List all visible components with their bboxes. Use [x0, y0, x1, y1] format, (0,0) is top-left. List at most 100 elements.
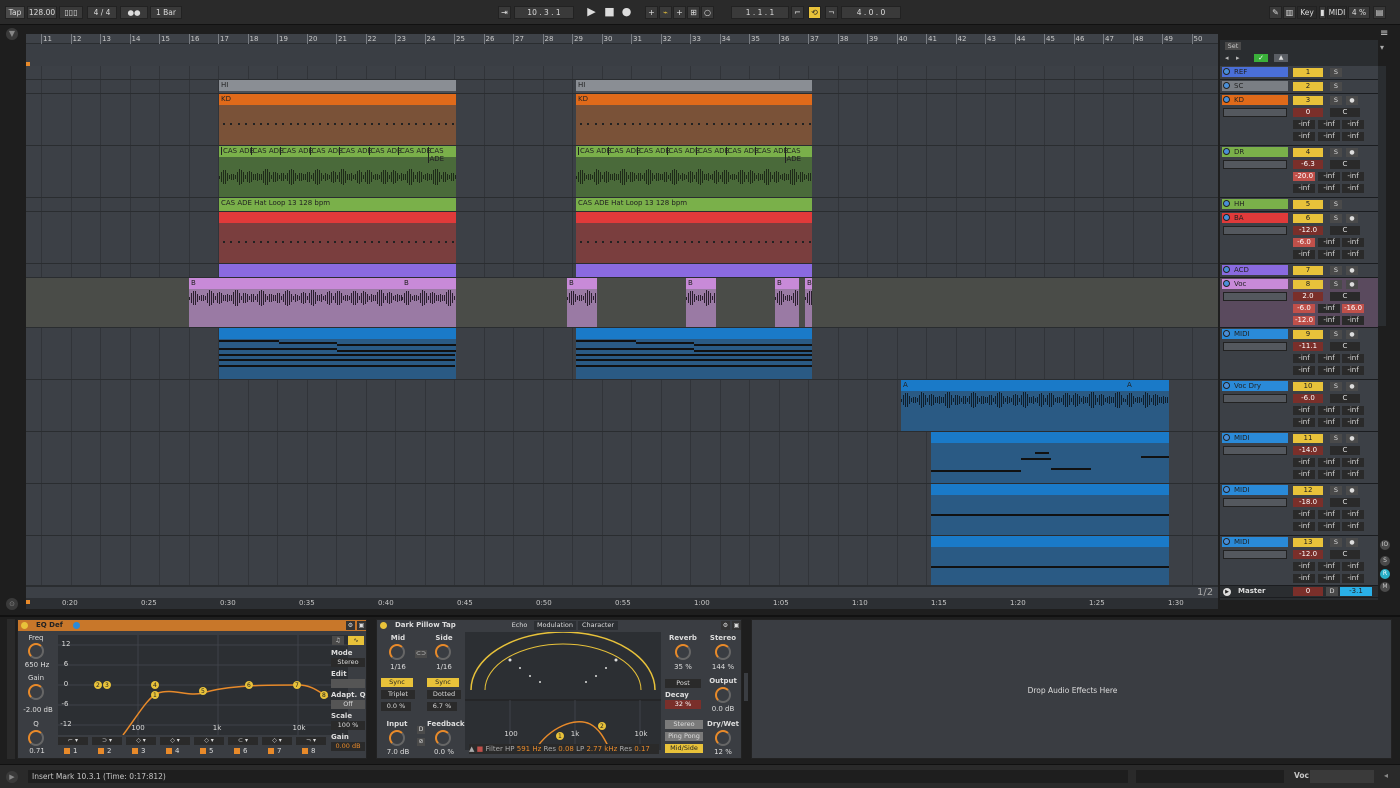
- scrollbar-track[interactable]: [1378, 66, 1386, 326]
- arm-all-icon[interactable]: ✓: [1254, 54, 1268, 62]
- track-fold-icon[interactable]: [1223, 266, 1230, 273]
- track-activator[interactable]: 7: [1293, 266, 1323, 275]
- track-header[interactable]: Voc Dry 10 S ● -6.0 C -inf -inf -inf -inf -inf -inf: [1220, 380, 1378, 432]
- filter-collapse-icon[interactable]: ▲: [469, 745, 474, 753]
- pillow-pingpong-button[interactable]: Ping Pong: [665, 732, 703, 741]
- eq-analyze-icon[interactable]: ∿: [348, 636, 364, 645]
- pillow-input-value[interactable]: 7.0 dB: [381, 748, 415, 756]
- pillow-stereo-value[interactable]: 144 %: [707, 663, 739, 671]
- eq-gain-knob[interactable]: [28, 684, 44, 700]
- track-header[interactable]: MIDI 11 S ● -14.0 C -inf -inf -inf -inf -inf -inf: [1220, 432, 1378, 484]
- computer-midi-icon[interactable]: ▥: [1283, 6, 1296, 19]
- eq-gain-value[interactable]: -2.00 dB: [18, 706, 58, 714]
- track-volume[interactable]: -12.0: [1293, 226, 1323, 235]
- track-header[interactable]: BA 6 S ● -12.0 C -6.0 -inf -inf -inf -inf -inf: [1220, 212, 1378, 264]
- pillow-mid-knob[interactable]: [389, 644, 405, 660]
- eq-band[interactable]: ⊂ ▾ 6: [228, 737, 258, 759]
- pillow-triplet-value[interactable]: 0.0 %: [381, 702, 411, 711]
- pillow-feedback-knob[interactable]: [435, 730, 451, 746]
- clip[interactable]: CAS ADE CAS ADE CAS ADE CAS ADE CAS ADE CAS A…: [576, 146, 812, 197]
- track-activator[interactable]: 3: [1293, 96, 1323, 105]
- arm-icon[interactable]: ●: [1346, 280, 1358, 289]
- track-pan[interactable]: C: [1330, 292, 1360, 301]
- eq-band[interactable]: ◇ ▾ 7: [262, 737, 292, 759]
- track-activator[interactable]: 4: [1293, 148, 1323, 157]
- pillow-dotted-value[interactable]: 6.7 %: [427, 702, 457, 711]
- track-activator[interactable]: 2: [1293, 82, 1323, 91]
- arm-icon[interactable]: ●: [1346, 538, 1358, 547]
- solo-button[interactable]: S: [1330, 68, 1342, 77]
- returns-icon[interactable]: R: [1380, 569, 1390, 579]
- pillow-stereo-knob[interactable]: [715, 644, 731, 660]
- track-fold-icon[interactable]: [1223, 148, 1230, 155]
- clip[interactable]: B: [775, 278, 799, 327]
- track-lanes[interactable]: HI HI KD KD CAS ADE CAS ADE CAS ADE CAS ADE CAS …: [26, 66, 1218, 586]
- track-header[interactable]: Voc 8 S ● 2.0 C -6.0 -inf -16.0 -12.0 -inf -inf: [1220, 278, 1378, 328]
- clip[interactable]: CAS ADE Hat Loop 13 128 bpm: [219, 198, 456, 211]
- solo-button[interactable]: S: [1330, 330, 1342, 339]
- punch-in-icon[interactable]: ⌐: [791, 6, 804, 19]
- track-fold-icon[interactable]: [1223, 382, 1230, 389]
- eq-freq-value[interactable]: 650 Hz: [20, 661, 54, 669]
- track-activator[interactable]: 13: [1293, 538, 1323, 547]
- time-signature[interactable]: 4 / 4: [87, 6, 117, 19]
- solo-button[interactable]: S: [1330, 200, 1342, 209]
- pillow-output-value[interactable]: 0.0 dB: [705, 705, 741, 713]
- track-name[interactable]: SC: [1222, 81, 1288, 91]
- detail-toggle-icon[interactable]: ◂: [1380, 771, 1392, 783]
- pillow-d-button[interactable]: D: [417, 726, 425, 734]
- clip[interactable]: HI: [219, 80, 456, 93]
- browser-toggle-icon[interactable]: ▼: [6, 28, 18, 40]
- track-lane[interactable]: [26, 66, 1218, 80]
- master-volume[interactable]: 0: [1293, 587, 1323, 596]
- filter-lp-value[interactable]: 2.77 kHz: [586, 745, 617, 753]
- clip[interactable]: CAS ADE Hat Loop 13 128 bpm: [576, 198, 812, 211]
- arm-icon[interactable]: ●: [1346, 330, 1358, 339]
- bar-ruler[interactable]: 11 12 13 14 15 16 17 18 19 20 21 22 23 24 25 26 27 28 29 30…: [26, 34, 1218, 44]
- re-enable-automation-icon[interactable]: +: [673, 6, 686, 19]
- eq-curve-display[interactable]: 2 3 4 1 5 6 7 8: [58, 635, 348, 735]
- solo-button[interactable]: S: [1330, 486, 1342, 495]
- arm-icon[interactable]: ●: [1346, 214, 1358, 223]
- track-fold-icon[interactable]: [1223, 330, 1230, 337]
- filter-on-icon[interactable]: ■: [477, 745, 484, 753]
- device-on-icon[interactable]: [21, 622, 28, 629]
- tab-echo[interactable]: Echo: [507, 621, 532, 630]
- track-activator[interactable]: 5: [1293, 200, 1323, 209]
- eq-band-on-icon[interactable]: [268, 748, 274, 754]
- io-icon[interactable]: IO: [1380, 540, 1390, 550]
- solo-button[interactable]: S: [1330, 434, 1342, 443]
- clip[interactable]: [219, 212, 456, 263]
- eq-band[interactable]: ⌐ ▾ 1: [58, 737, 88, 759]
- eq-band-on-icon[interactable]: [302, 748, 308, 754]
- loop-toggle-icon[interactable]: ⟲: [808, 6, 821, 19]
- track-fold-icon[interactable]: [1223, 434, 1230, 441]
- track-header[interactable]: HH 5 S: [1220, 198, 1378, 212]
- solo-button[interactable]: S: [1330, 266, 1342, 275]
- device-drop-area[interactable]: Drop Audio Effects Here: [751, 619, 1392, 759]
- clip[interactable]: [931, 484, 1169, 535]
- sends-icon[interactable]: S: [1380, 556, 1390, 566]
- eq-band[interactable]: ◇ ▾ 4: [160, 737, 190, 759]
- solo-button[interactable]: S: [1330, 382, 1342, 391]
- track-activator[interactable]: 10: [1293, 382, 1323, 391]
- track-volume[interactable]: -6.3: [1293, 160, 1323, 169]
- pillow-side-value[interactable]: 1/16: [429, 663, 459, 671]
- tab-modulation[interactable]: Modulation: [534, 621, 576, 630]
- track-header[interactable]: MIDI 12 S ● -18.0 C -inf -inf -inf -inf -inf -inf: [1220, 484, 1378, 536]
- track-name[interactable]: ACD: [1222, 265, 1288, 275]
- device-save-icon[interactable]: ▣: [357, 621, 366, 630]
- device-settings-icon[interactable]: ⚙: [346, 621, 355, 630]
- eq-band-on-icon[interactable]: [64, 748, 70, 754]
- track-clip-slot[interactable]: [1223, 226, 1287, 235]
- track-name[interactable]: BA: [1222, 213, 1288, 223]
- song-position[interactable]: 10 . 3 . 1: [514, 6, 574, 19]
- solo-button[interactable]: S: [1330, 148, 1342, 157]
- track-name[interactable]: HH: [1222, 199, 1288, 209]
- track-clip-slot[interactable]: [1223, 394, 1287, 403]
- track-name[interactable]: Voc Dry: [1222, 381, 1288, 391]
- eq-band-type-icon[interactable]: ¬ ▾: [296, 737, 326, 745]
- solo-button[interactable]: S: [1330, 96, 1342, 105]
- track-name[interactable]: MIDI: [1222, 485, 1288, 495]
- pillow-triplet-select[interactable]: Triplet: [381, 690, 415, 699]
